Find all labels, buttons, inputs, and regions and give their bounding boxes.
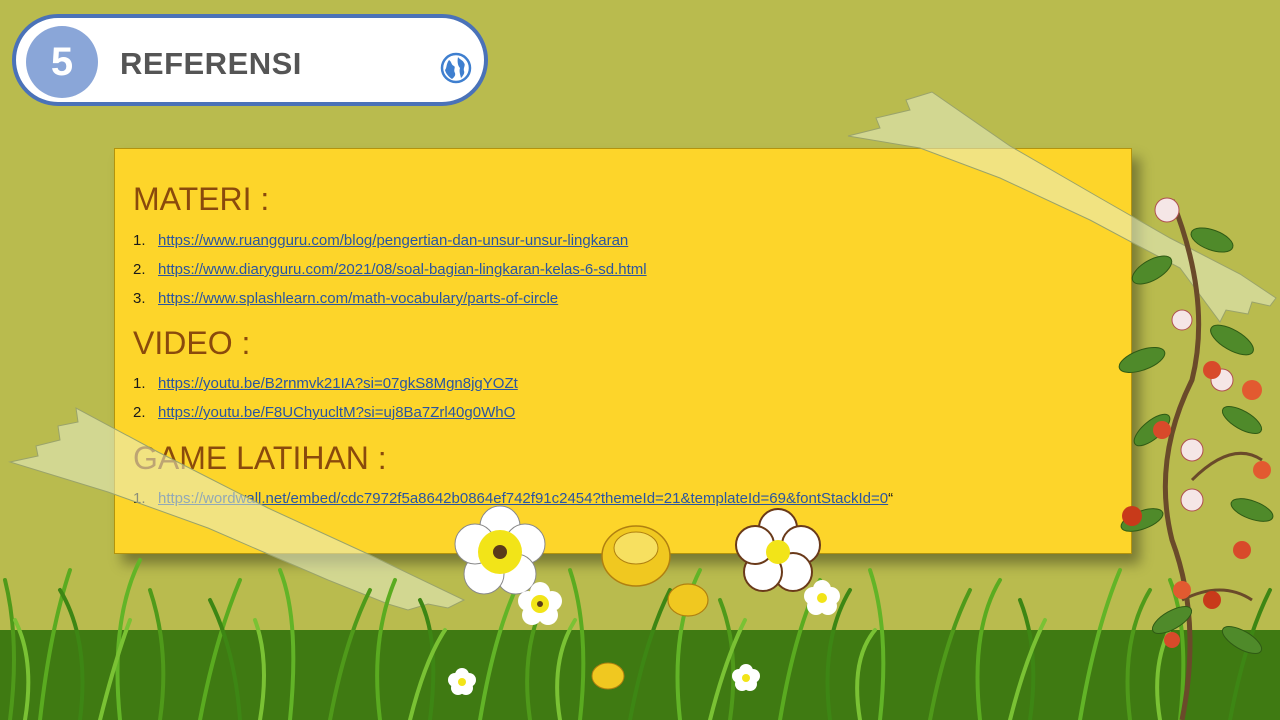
list-item: 3. https://www.splashlearn.com/math-voca… [133,284,647,313]
list-number: 2. [133,261,146,278]
flowers-decoration [448,505,840,695]
list-number: 1. [133,232,146,249]
section-heading-materi: MATERI : [133,181,270,217]
trailing-quote: “ [888,490,894,507]
globe-icon[interactable] [440,52,472,84]
flowering-branch-decoration [1118,197,1274,720]
list-item: 2. https://www.diaryguru.com/2021/08/soa… [133,255,647,284]
reference-link[interactable]: https://www.splashlearn.com/math-vocabul… [158,290,558,307]
section-number-badge: 5 [26,26,98,98]
list-number: 1. [133,375,146,392]
slide: 5 REFERENSI MATERI : 1. https://www.ruan… [0,0,1280,720]
reference-link[interactable]: https://www.ruangguru.com/blog/pengertia… [158,232,628,249]
reference-link[interactable]: https://youtu.be/B2rnmvk21IA?si=07gkS8Mg… [158,375,518,392]
materi-list: 1. https://www.ruangguru.com/blog/penger… [133,226,647,313]
list-number: 3. [133,290,146,307]
reference-link[interactable]: https://www.diaryguru.com/2021/08/soal-b… [158,261,647,278]
section-heading-video: VIDEO : [133,325,251,361]
list-item: 1. https://youtu.be/B2rnmvk21IA?si=07gkS… [133,369,518,398]
page-title: REFERENSI [120,46,302,81]
list-item: 1. https://www.ruangguru.com/blog/penger… [133,226,647,255]
header-pill: 5 REFERENSI [12,14,488,106]
